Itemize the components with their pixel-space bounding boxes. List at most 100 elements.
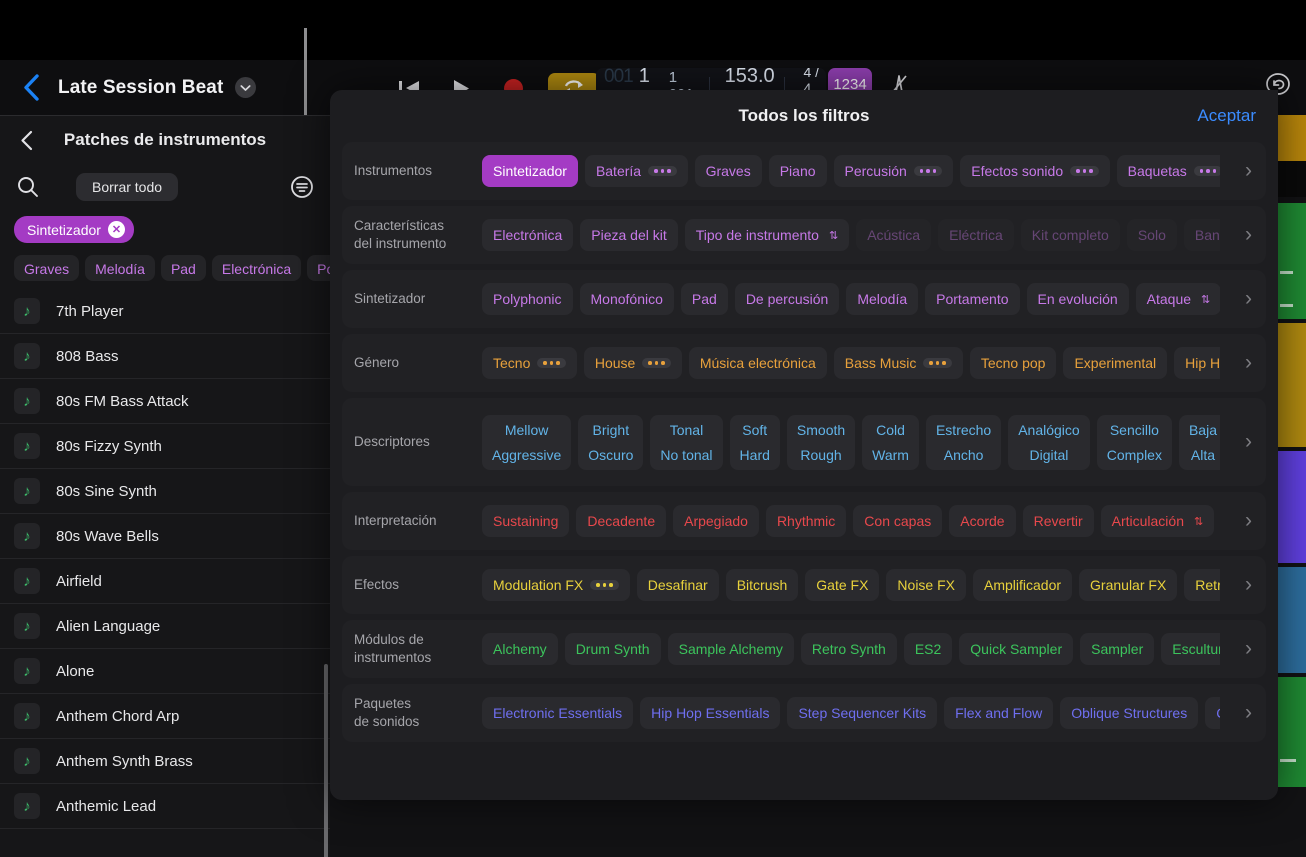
filter-pill-label[interactable]: Aggressive <box>492 447 561 463</box>
filter-pill[interactable]: ES2 <box>903 633 953 665</box>
filter-pill[interactable]: Hip Hop <box>1174 347 1220 379</box>
chevron-right-icon[interactable]: › <box>1245 573 1252 597</box>
filter-pill[interactable]: Batería <box>584 155 688 187</box>
filter-pill[interactable]: Percusión <box>833 155 954 187</box>
filter-pill-pair[interactable]: Estrecho Ancho <box>925 414 1002 470</box>
patch-list-item[interactable]: ♪ Alien Language <box>0 604 330 649</box>
clear-all-button[interactable]: Borrar todo <box>76 173 179 201</box>
filter-pill-label[interactable]: Hard <box>740 447 770 463</box>
filter-pill[interactable]: Revertir <box>1022 505 1094 537</box>
chevron-right-icon[interactable]: › <box>1245 159 1252 183</box>
search-icon[interactable] <box>16 175 40 199</box>
filter-pill-pair[interactable]: Cold Warm <box>862 414 919 470</box>
filter-pill[interactable]: Bass Music <box>833 347 963 379</box>
filter-pill-label[interactable]: No tonal <box>660 447 712 463</box>
timeline-region[interactable] <box>1275 323 1306 447</box>
patch-list-item[interactable]: ♪ 80s Fizzy Synth <box>0 424 330 469</box>
filter-pill[interactable]: Ataque ⇅ <box>1135 283 1220 315</box>
filter-pill-pair[interactable]: Smooth Rough <box>786 414 856 470</box>
chevron-right-icon[interactable]: › <box>1245 223 1252 247</box>
more-options-icon[interactable] <box>1070 166 1099 176</box>
filter-pill[interactable]: Sample Alchemy <box>667 633 794 665</box>
more-options-icon[interactable] <box>648 166 677 176</box>
filter-pill[interactable]: Música electrónica <box>688 347 827 379</box>
filter-pill[interactable]: Retro Synth <box>800 633 897 665</box>
filter-pill[interactable]: Baquetas <box>1116 155 1220 187</box>
filter-pill-label[interactable]: Bright <box>593 422 630 438</box>
filter-pill[interactable]: Articulación ⇅ <box>1100 505 1215 537</box>
filter-pill-label[interactable]: Alta <box>1191 447 1215 463</box>
timeline-region[interactable] <box>1275 451 1306 563</box>
browser-tag[interactable]: Graves <box>14 255 80 281</box>
filter-pill[interactable]: Amplificador <box>973 569 1073 601</box>
filter-pill[interactable]: Decadente <box>576 505 667 537</box>
filter-pill-pair[interactable]: Baja Alta <box>1178 414 1220 470</box>
filter-pill[interactable]: Sampler <box>1080 633 1155 665</box>
filter-pill[interactable]: Chromium Frame <box>1205 697 1220 729</box>
more-options-icon[interactable] <box>590 580 619 590</box>
patch-list-item[interactable]: ♪ 80s Sine Synth <box>0 469 330 514</box>
timeline-region[interactable] <box>1275 161 1306 197</box>
accept-button[interactable]: Aceptar <box>1197 106 1256 126</box>
filter-pill-label[interactable]: Mellow <box>505 422 549 438</box>
filter-pill[interactable]: Oblique Structures <box>1060 697 1199 729</box>
filter-pill-pair[interactable]: Bright Oscuro <box>578 414 644 470</box>
project-back-button[interactable] <box>18 73 44 103</box>
filter-pill[interactable]: Solo <box>1126 219 1177 251</box>
more-options-icon[interactable] <box>923 358 952 368</box>
timeline-region[interactable] <box>1275 677 1306 787</box>
filter-pill[interactable]: Desafinar <box>636 569 719 601</box>
chevron-right-icon[interactable]: › <box>1245 430 1252 454</box>
filter-pill[interactable]: De percusión <box>734 283 840 315</box>
chevron-right-icon[interactable]: › <box>1245 287 1252 311</box>
chevron-right-icon[interactable]: › <box>1245 701 1252 725</box>
filter-pill[interactable]: Retraso <box>1184 569 1220 601</box>
filter-pill-label[interactable]: Sencillo <box>1110 422 1159 438</box>
filter-pill-label[interactable]: Estrecho <box>936 422 991 438</box>
timeline-region[interactable] <box>1275 203 1306 319</box>
browser-tag[interactable]: Pad <box>160 255 206 281</box>
browser-tag[interactable]: Polyphonic <box>307 255 330 281</box>
filter-pill-pair[interactable]: Analógico Digital <box>1008 414 1090 470</box>
filter-pill[interactable]: Pad <box>680 283 728 315</box>
filter-pill[interactable]: Modulation FX <box>482 569 630 601</box>
filter-pill-pair[interactable]: Tonal No tonal <box>650 414 723 470</box>
chevron-right-icon[interactable]: › <box>1245 509 1252 533</box>
filter-pill[interactable]: Experimental <box>1063 347 1168 379</box>
patch-list-item[interactable]: ♪ Airfield <box>0 559 330 604</box>
filter-pill[interactable]: Alchemy <box>482 633 558 665</box>
filter-pill[interactable]: Portamento <box>925 283 1020 315</box>
filter-pill-pair[interactable]: Soft Hard <box>729 414 780 470</box>
filter-chip-sintetizador[interactable]: Sintetizador ✕ <box>14 216 134 243</box>
browser-scrollbar[interactable] <box>324 664 328 857</box>
more-options-icon[interactable] <box>1193 166 1220 176</box>
filter-pill-label[interactable]: Oscuro <box>588 447 633 463</box>
patch-list-item[interactable]: ♪ Alone <box>0 649 330 694</box>
more-options-icon[interactable] <box>642 358 671 368</box>
filter-pill[interactable]: En evolución <box>1026 283 1129 315</box>
filter-pill[interactable]: House <box>583 347 682 379</box>
filter-pill-label[interactable]: Analógico <box>1018 422 1080 438</box>
chevron-right-icon[interactable]: › <box>1245 637 1252 661</box>
filter-pill[interactable]: Bitcrush <box>725 569 799 601</box>
filter-pill-label[interactable]: Complex <box>1107 447 1162 463</box>
sort-caret-icon[interactable]: ⇅ <box>829 229 838 242</box>
filter-pill[interactable]: Hip Hop Essentials <box>640 697 781 729</box>
filter-pill-pair[interactable]: Mellow Aggressive <box>482 414 572 470</box>
filter-pill[interactable]: Sustaining <box>482 505 570 537</box>
patch-list-item[interactable]: ♪ 808 Bass <box>0 334 330 379</box>
filter-pill[interactable]: Electronic Essentials <box>482 697 634 729</box>
filter-pill-label[interactable]: Tonal <box>670 422 703 438</box>
filter-pill-label[interactable]: Ancho <box>944 447 984 463</box>
chevron-right-icon[interactable]: › <box>1245 351 1252 375</box>
patch-list-item[interactable]: ♪ 7th Player <box>0 289 330 334</box>
filter-pill[interactable]: Tipo de instrumento ⇅ <box>684 219 850 251</box>
timeline-region[interactable] <box>1275 115 1306 161</box>
filter-pill[interactable]: Graves <box>694 155 762 187</box>
filter-pill[interactable]: Noise FX <box>886 569 966 601</box>
filter-pill[interactable]: Electrónica <box>482 219 574 251</box>
filter-pill[interactable]: Monofónico <box>579 283 674 315</box>
filter-pill[interactable]: Banda <box>1183 219 1220 251</box>
filter-pill[interactable]: Arpegiado <box>673 505 759 537</box>
filter-pill[interactable]: Gate FX <box>805 569 880 601</box>
